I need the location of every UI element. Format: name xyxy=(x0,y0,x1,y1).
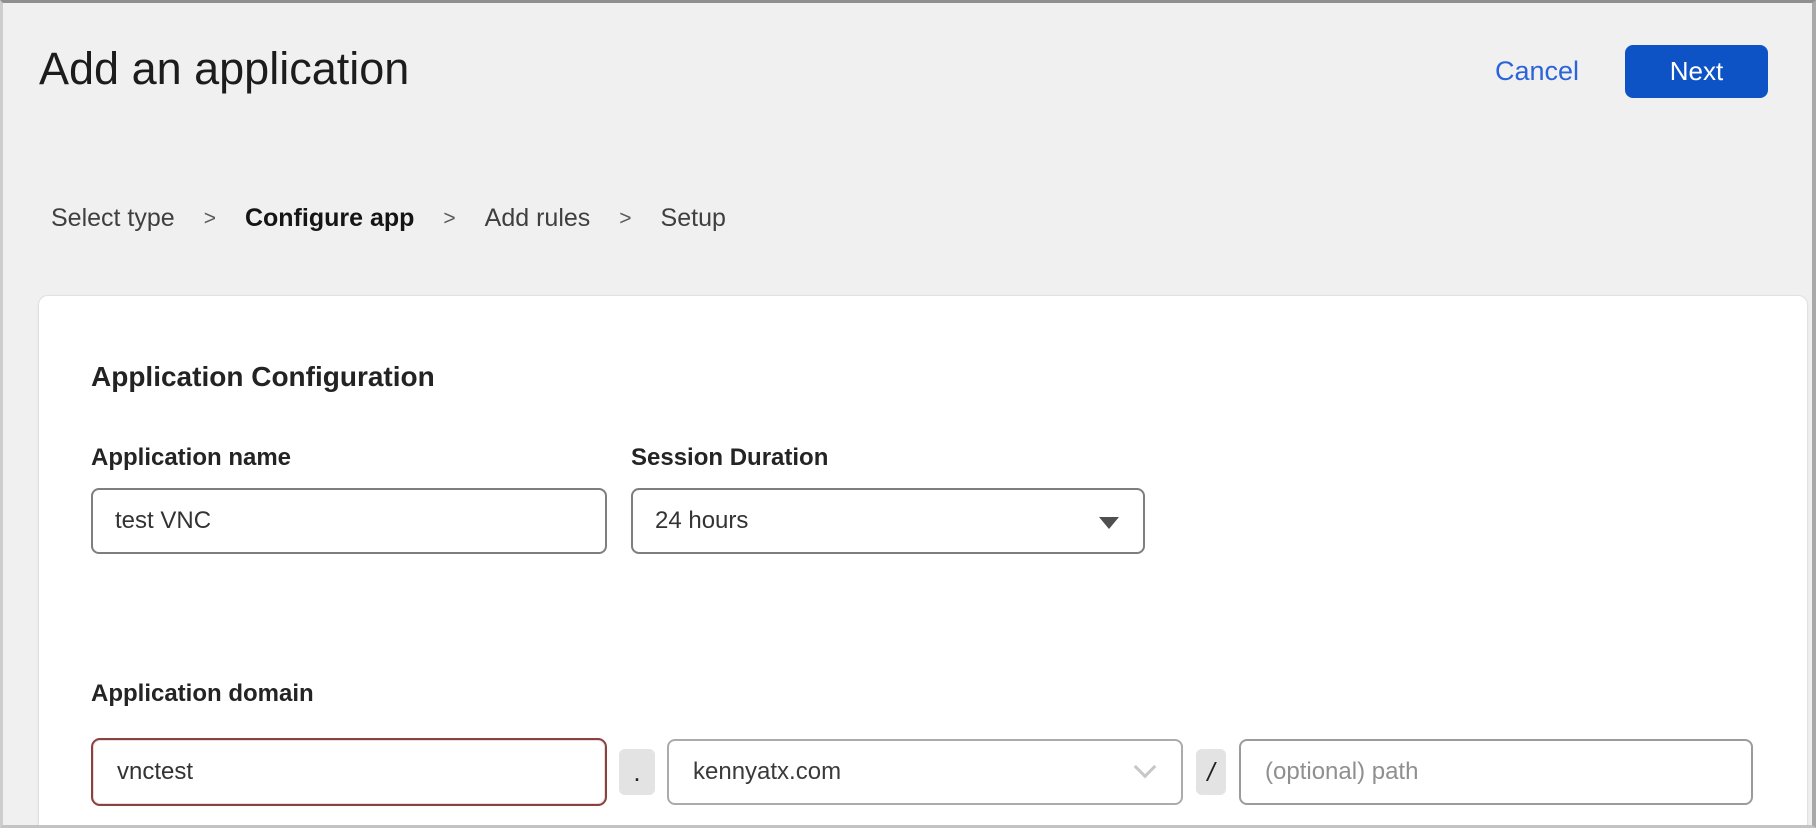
next-button[interactable]: Next xyxy=(1625,45,1768,98)
breadcrumb: Select type > Configure app > Add rules … xyxy=(51,204,1812,233)
session-duration-select[interactable]: 24 hours xyxy=(631,488,1145,554)
domain-select[interactable]: kennyatx.com xyxy=(667,739,1183,805)
breadcrumb-step-setup[interactable]: Setup xyxy=(661,204,726,233)
cancel-button[interactable]: Cancel xyxy=(1495,56,1579,87)
breadcrumb-separator: > xyxy=(619,207,631,231)
application-domain-label: Application domain xyxy=(91,680,1807,708)
configuration-card: Application Configuration Application na… xyxy=(38,295,1808,828)
app-window: Add an application Cancel Next Select ty… xyxy=(0,0,1816,828)
application-domain-row: . kennyatx.com / xyxy=(91,738,1807,806)
caret-down-icon xyxy=(1099,517,1119,529)
chevron-down-icon xyxy=(1134,756,1157,779)
name-session-row: Application name Session Duration 24 hou… xyxy=(91,444,1807,554)
breadcrumb-step-configure-app[interactable]: Configure app xyxy=(245,204,414,233)
application-domain-field-group: Application domain . kennyatx.com / xyxy=(91,680,1807,806)
subdomain-input[interactable] xyxy=(91,738,607,806)
breadcrumb-step-add-rules[interactable]: Add rules xyxy=(485,204,591,233)
breadcrumb-separator: > xyxy=(204,207,216,231)
domain-select-value: kennyatx.com xyxy=(693,758,841,786)
session-duration-label: Session Duration xyxy=(631,444,1145,472)
card-heading: Application Configuration xyxy=(91,360,1807,394)
application-name-label: Application name xyxy=(91,444,607,472)
application-name-input[interactable] xyxy=(91,488,607,554)
page-header: Add an application Cancel Next xyxy=(3,3,1812,98)
header-actions: Cancel Next xyxy=(1495,45,1768,98)
breadcrumb-separator: > xyxy=(443,207,455,231)
breadcrumb-step-select-type[interactable]: Select type xyxy=(51,204,175,233)
path-input[interactable] xyxy=(1239,739,1753,805)
application-name-field-group: Application name xyxy=(91,444,607,554)
slash-separator: / xyxy=(1196,749,1226,795)
page-title: Add an application xyxy=(39,43,409,95)
session-duration-field-group: Session Duration 24 hours xyxy=(631,444,1145,554)
session-duration-value: 24 hours xyxy=(655,507,748,535)
dot-separator: . xyxy=(619,749,655,795)
